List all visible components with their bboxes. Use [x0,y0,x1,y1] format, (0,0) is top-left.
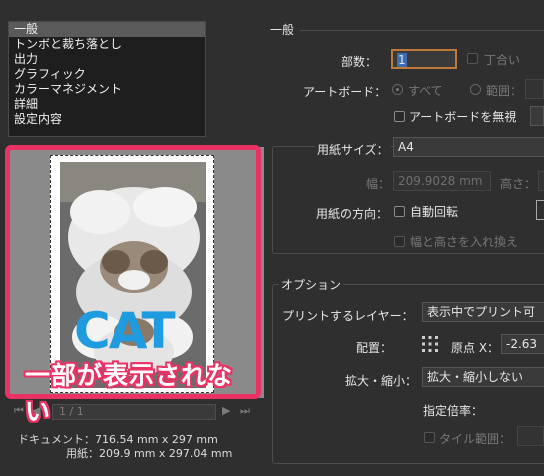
tile-range-input[interactable] [517,426,544,446]
collate-checkbox[interactable] [467,53,478,64]
copies-value: 1 [397,53,407,67]
auto-rotate-label: 自動回転 [410,205,459,219]
height-label: 高さ： [500,177,537,191]
width-input[interactable]: 209.9028 mm [393,171,491,191]
copies-input[interactable]: 1 [391,49,457,69]
category-item-graphics[interactable]: グラフィック [9,67,205,82]
category-item-advanced[interactable]: 詳細 [9,97,205,112]
artboard-range-radio[interactable] [470,84,481,95]
first-page-icon[interactable]: ⏮ [14,404,24,420]
tile-range-checkbox[interactable] [424,432,435,443]
collate-label: 丁合い [484,53,521,67]
paper-size-select[interactable]: A4 [393,137,544,157]
tile-range-label: タイル範囲： [439,432,512,446]
category-item-general[interactable]: 一般 [9,22,205,37]
category-item-summary[interactable]: 設定内容 [9,112,205,127]
custom-scale-label: 指定倍率： [423,404,484,418]
next-page-icon[interactable]: ▶ [222,404,230,420]
origin-x-input[interactable]: -2.63 [501,334,544,354]
artboard-range-input[interactable] [525,79,544,99]
category-item-output[interactable]: 出力 [9,52,205,67]
transverse-label: 幅と高さを入れ換え [410,235,519,249]
orientation-icon[interactable] [536,200,544,220]
page-indicator: 1 / 1 [52,404,216,420]
placement-label: 配置： [356,341,393,355]
transverse-checkbox[interactable] [394,236,405,247]
ignore-artboards-checkbox[interactable] [394,111,405,122]
prev-page-icon[interactable]: ◀ [32,404,40,420]
artboard-all-label: すべて [408,84,443,98]
auto-rotate-checkbox[interactable] [394,206,405,217]
artboard-all-radio[interactable] [392,84,403,95]
ignore-artboards-extra [530,106,544,126]
section-title-options: オプション [279,276,344,293]
category-list[interactable]: 一般 トンボと裁ち落とし 出力 グラフィック カラーマネジメント 詳細 設定内容 [8,21,206,137]
category-item-marks-bleed[interactable]: トンボと裁ち落とし [9,37,205,52]
print-layers-label: プリントするレイヤー： [282,309,414,323]
section-title-general: 一般 [270,23,295,37]
scaling-select[interactable]: 拡大・縮小しない [422,367,544,387]
scaling-label: 拡大・縮小： [345,374,418,388]
orientation-label: 用紙の方向： [316,207,389,221]
category-item-color-management[interactable]: カラーマネジメント [9,82,205,97]
artboard-range-label: 範囲： [486,84,523,98]
print-layers-select[interactable]: 表示中でプリント可 [422,302,544,322]
height-input[interactable] [538,171,544,191]
artboard-label: アートボード： [303,85,387,99]
last-page-icon[interactable]: ⏭ [240,404,250,420]
placement-grid-icon[interactable] [421,335,439,353]
width-label: 幅： [366,177,391,191]
paper-size-label: 用紙サイズ： [315,141,391,158]
paper-size-info: 用紙：209.9 mm x 297.04 mm [66,447,233,460]
origin-x-label: 原点 X： [451,341,500,355]
ignore-artboards-label: アートボードを無視 [409,110,517,124]
copies-label: 部数： [341,55,378,69]
section-divider [300,30,544,31]
